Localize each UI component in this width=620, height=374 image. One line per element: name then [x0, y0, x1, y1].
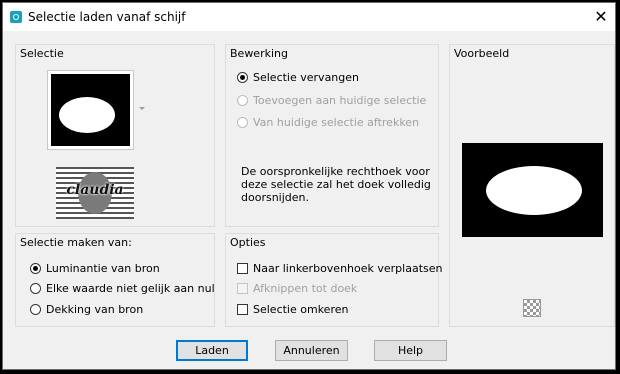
selectie-group: Selectie claudia — [15, 44, 215, 227]
radio-aftrekken[interactable]: Van huidige selectie aftrekken — [237, 116, 419, 129]
app-icon — [10, 11, 22, 23]
voorbeeld-group-label: Voorbeeld — [454, 47, 510, 60]
preview-canvas — [462, 143, 603, 237]
checkbox-omkeren[interactable]: Selectie omkeren — [237, 303, 348, 316]
opties-group: Opties Naar linkerbovenhoek verplaatsen … — [225, 233, 442, 327]
bewerking-note: De oorspronkelijke rechthoek voor deze s… — [241, 165, 431, 204]
radio-indicator — [30, 304, 41, 315]
checkbox-label: Afknippen tot doek — [253, 282, 358, 295]
checkbox-indicator — [237, 283, 248, 294]
selectie-group-label: Selectie — [20, 47, 64, 60]
claudia-logo: claudia — [56, 167, 134, 219]
dialog-window: Selectie laden vanaf schijf ✕ Selectie c… — [2, 2, 616, 370]
bewerking-group: Bewerking Selectie vervangen Toevoegen a… — [225, 44, 439, 227]
bewerking-group-label: Bewerking — [230, 47, 288, 60]
radio-selectie-vervangen[interactable]: Selectie vervangen — [237, 71, 359, 84]
opties-group-label: Opties — [230, 236, 266, 249]
help-button[interactable]: Help — [374, 340, 447, 361]
checkbox-label: Naar linkerbovenhoek verplaatsen — [253, 262, 443, 275]
checkbox-afknippen[interactable]: Afknippen tot doek — [237, 282, 357, 295]
checkbox-linkerbovenhoek[interactable]: Naar linkerbovenhoek verplaatsen — [237, 262, 442, 275]
radio-indicator — [237, 117, 248, 128]
voorbeeld-group: Voorbeeld — [449, 44, 615, 327]
radio-label: Dekking van bron — [46, 303, 144, 316]
radio-indicator — [237, 95, 248, 106]
checkbox-indicator — [237, 263, 248, 274]
radio-label: Van huidige selectie aftrekken — [253, 116, 420, 129]
radio-label: Toevoegen aan huidige selectie — [253, 94, 427, 107]
maken-group-label: Selectie maken van: — [20, 236, 132, 249]
radio-luminantie[interactable]: Luminantie van bron — [30, 262, 160, 275]
maken-group: Selectie maken van: Luminantie van bron … — [15, 233, 215, 327]
radio-indicator — [30, 283, 41, 294]
radio-indicator — [237, 72, 248, 83]
close-button[interactable]: ✕ — [591, 7, 611, 27]
radio-dekking[interactable]: Dekking van bron — [30, 303, 143, 316]
radio-label: Luminantie van bron — [46, 262, 160, 275]
transparency-checker-icon[interactable] — [523, 299, 541, 317]
window-title: Selectie laden vanaf schijf — [28, 10, 186, 24]
preview-selection-ellipse — [486, 166, 582, 215]
checkbox-indicator — [237, 304, 248, 315]
radio-label: Elke waarde niet gelijk aan nul — [46, 282, 215, 295]
radio-toevoegen[interactable]: Toevoegen aan huidige selectie — [237, 94, 426, 107]
dropdown-arrow-icon[interactable] — [139, 107, 145, 110]
radio-elke-waarde[interactable]: Elke waarde niet gelijk aan nul — [30, 282, 215, 295]
selection-thumbnail[interactable] — [47, 70, 134, 150]
radio-label: Selectie vervangen — [253, 71, 359, 84]
logo-text: claudia — [66, 182, 124, 198]
cancel-button[interactable]: Annuleren — [275, 340, 348, 361]
checkbox-label: Selectie omkeren — [253, 303, 349, 316]
title-bar: Selectie laden vanaf schijf ✕ — [3, 3, 615, 31]
load-button[interactable]: Laden — [176, 340, 248, 361]
radio-indicator — [30, 263, 41, 274]
